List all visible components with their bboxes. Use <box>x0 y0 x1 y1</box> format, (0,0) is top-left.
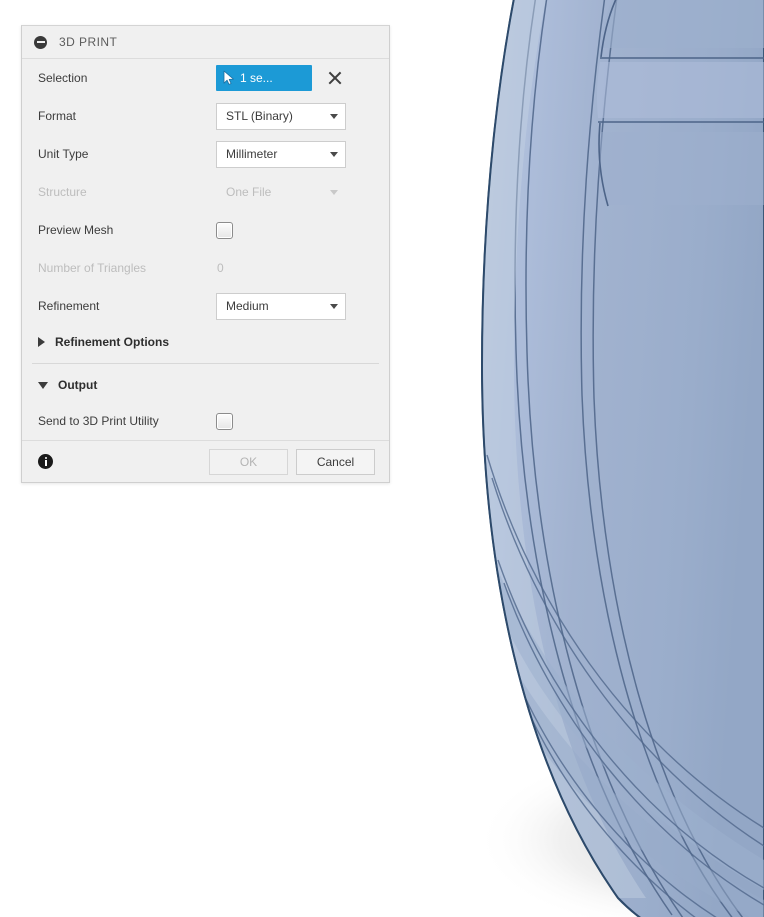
chevron-down-icon <box>330 303 338 309</box>
model-body <box>480 0 764 917</box>
info-circle-icon[interactable] <box>38 454 53 469</box>
send-to-utility-checkbox[interactable] <box>216 412 233 430</box>
refinement-label: Refinement <box>38 299 100 313</box>
structure-label: Structure <box>38 185 87 199</box>
preview-mesh-label: Preview Mesh <box>38 223 114 237</box>
selection-button-label: 1 se... <box>240 71 273 85</box>
3d-print-dialog[interactable]: 3D PRINT Selection 1 se... Format STL (B… <box>21 25 390 483</box>
cancel-button[interactable]: Cancel <box>296 448 375 475</box>
section-divider <box>32 363 379 364</box>
group-output[interactable]: Output <box>22 368 389 402</box>
number-of-triangles-label: Number of Triangles <box>38 261 147 275</box>
chevron-down-icon <box>330 113 338 119</box>
refinement-dropdown[interactable]: Medium <box>216 292 346 320</box>
preview-mesh-checkbox[interactable] <box>216 221 233 239</box>
chevron-right-icon <box>38 337 45 347</box>
minus-circle-icon[interactable] <box>34 35 47 49</box>
refinement-options-label: Refinement Options <box>55 335 170 349</box>
cursor-arrow-icon <box>223 70 234 85</box>
unit-type-label: Unit Type <box>38 147 89 161</box>
row-format: Format STL (Binary) <box>22 97 389 135</box>
format-dropdown[interactable]: STL (Binary) <box>216 102 346 130</box>
row-refinement: Refinement Medium <box>22 287 389 325</box>
structure-value: One File <box>226 185 272 199</box>
output-label: Output <box>58 378 98 392</box>
row-preview-mesh: Preview Mesh <box>22 211 389 249</box>
panel-footer: OK Cancel <box>22 440 389 482</box>
selection-button[interactable]: 1 se... <box>216 65 312 91</box>
structure-dropdown: One File <box>216 179 346 206</box>
format-label: Format <box>38 109 77 123</box>
top-face-slots <box>596 0 764 207</box>
row-unit-type: Unit Type Millimeter <box>22 135 389 173</box>
refinement-value: Medium <box>226 299 269 313</box>
number-of-triangles-value: 0 <box>217 261 224 275</box>
row-structure: Structure One File <box>22 173 389 211</box>
unit-type-value: Millimeter <box>226 147 278 161</box>
panel-header[interactable]: 3D PRINT <box>22 26 389 59</box>
close-x-icon[interactable] <box>326 69 344 87</box>
row-selection: Selection 1 se... <box>22 59 389 97</box>
row-number-of-triangles: Number of Triangles 0 <box>22 249 389 287</box>
send-to-utility-label: Send to 3D Print Utility <box>38 414 159 428</box>
unit-type-dropdown[interactable]: Millimeter <box>216 140 346 168</box>
row-send-to-3d-print-utility: Send to 3D Print Utility <box>22 402 389 440</box>
selection-label: Selection <box>38 71 88 85</box>
format-value: STL (Binary) <box>226 109 293 123</box>
chevron-down-icon <box>330 151 338 157</box>
group-refinement-options[interactable]: Refinement Options <box>22 325 389 359</box>
chevron-down-icon <box>38 381 48 389</box>
page-title: 3D PRINT <box>59 35 118 49</box>
ok-button[interactable]: OK <box>209 448 288 475</box>
chevron-down-icon <box>330 189 338 195</box>
